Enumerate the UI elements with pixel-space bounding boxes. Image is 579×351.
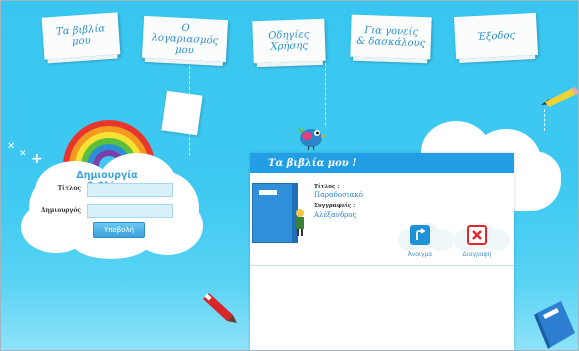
delete-book-label: Διαγραφή xyxy=(462,251,492,258)
book-authors-value: Αλέξανδρος xyxy=(314,211,357,219)
bird-icon xyxy=(297,127,327,151)
sparkle-icon: ✕ xyxy=(19,149,27,159)
title-label: Τίτλος xyxy=(57,185,81,192)
book-title-label: Τίτλος : xyxy=(314,184,340,190)
author-input[interactable] xyxy=(87,204,173,218)
delete-book-button[interactable]: Διαγραφή xyxy=(455,225,499,258)
open-book-icon xyxy=(410,225,430,245)
nav-tab-label: Για γονείς & δασκάλους xyxy=(356,25,426,50)
open-book-button[interactable]: Άνοιγμα xyxy=(398,225,442,258)
nav-tab-my-books[interactable]: Τα βιβλία μου xyxy=(41,12,121,60)
nav-tab-parents-teachers[interactable]: Για γονείς & δασκάλους xyxy=(350,14,432,60)
submit-button[interactable]: Υποβολή xyxy=(93,222,145,238)
open-book-label: Άνοιγμα xyxy=(407,251,433,258)
app-window: Τα βιβλία μου Ο λογαριασμός μου Οδηγίες … xyxy=(0,0,579,351)
nav-tab-label: Τα βιβλία μου xyxy=(55,23,106,48)
panel-divider xyxy=(250,265,514,266)
book-title-value[interactable]: Παραδοσιακό xyxy=(314,191,363,199)
book-icon xyxy=(534,301,575,349)
sparkle-icon: ✕ xyxy=(7,141,16,152)
pencil-icon xyxy=(541,87,578,107)
book-figure-icon xyxy=(296,209,304,236)
my-books-header: Τα βιβλία μου ! xyxy=(250,153,514,173)
hanging-string xyxy=(544,109,545,131)
author-label: Δημιουργός xyxy=(40,207,81,214)
hanging-paper xyxy=(161,90,203,136)
nav-tab-label: Ο λογαριασμός μου xyxy=(151,22,219,56)
nav-tab-label: Οδηγίες Χρήσης xyxy=(268,29,310,53)
nav-tab-my-account[interactable]: Ο λογαριασμός μου xyxy=(141,15,229,63)
delete-x-icon xyxy=(467,225,487,245)
my-books-panel: Τα βιβλία μου ! Τίτλος : Παραδοσιακό Συγ… xyxy=(250,153,514,350)
hanging-string xyxy=(325,63,326,125)
book-cover[interactable] xyxy=(252,183,298,243)
nav-tab-label: Έξοδος xyxy=(476,29,516,43)
sparkle-icon: + xyxy=(31,151,43,167)
nav-tab-instructions[interactable]: Οδηγίες Χρήσης xyxy=(252,18,326,64)
book-authors-label: Συγγραφείς : xyxy=(314,203,356,209)
title-input[interactable] xyxy=(87,183,173,197)
nav-tab-exit[interactable]: Έξοδος xyxy=(453,12,539,60)
crayon-icon xyxy=(203,293,237,323)
